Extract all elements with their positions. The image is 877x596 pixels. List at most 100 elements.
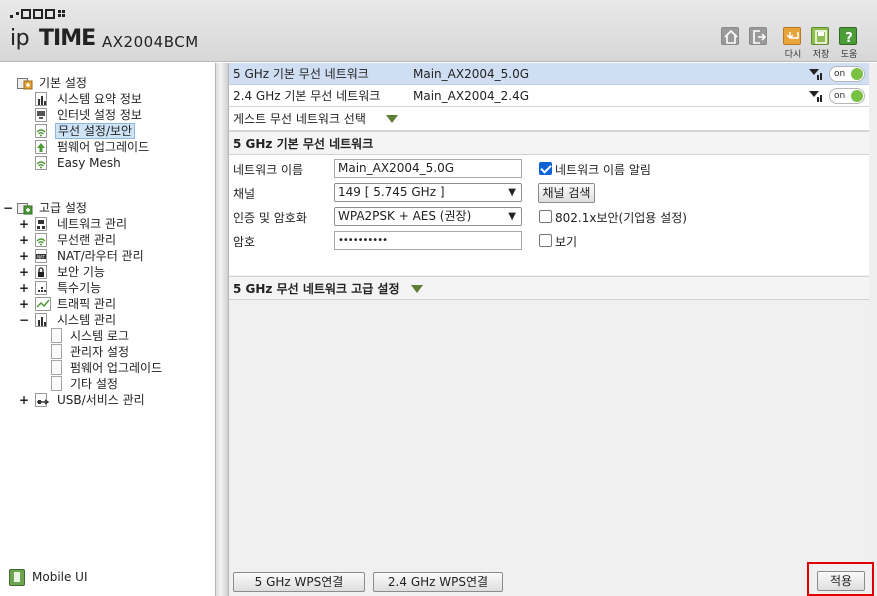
- network-name-input[interactable]: Main_AX2004_5.0G: [334, 159, 522, 178]
- tree-label: 무선랜 관리: [57, 233, 117, 247]
- network-row-2ghz[interactable]: 2.4 GHz 기본 무선 네트워크 Main_AX2004_2.4G on: [229, 85, 869, 107]
- network-toggle-2ghz[interactable]: on: [829, 88, 865, 104]
- logo-time-text: TIME: [39, 26, 96, 51]
- wifi-icon: [35, 233, 47, 247]
- save-icon: [815, 30, 827, 44]
- guest-network-label: 게스트 무선 네트워크 선택: [233, 112, 366, 126]
- toggle-knob: [851, 90, 863, 102]
- again-label: 다시: [784, 50, 802, 60]
- folder-settings-icon: [17, 78, 33, 90]
- help-button[interactable]: ?: [839, 27, 857, 46]
- channel-scan-button[interactable]: 채널 검색: [538, 183, 595, 203]
- network-ssid: Main_AX2004_5.0G: [413, 67, 529, 81]
- network-band-label: 2.4 GHz 기본 무선 네트워크: [233, 89, 381, 103]
- channel-label: 채널: [233, 187, 256, 201]
- password-label: 암호: [233, 235, 256, 249]
- tree-label: NAT/라우터 관리: [57, 249, 144, 263]
- enterprise-security-checkbox[interactable]: [539, 210, 552, 223]
- special-expand-toggle[interactable]: +: [19, 280, 29, 296]
- network-toggle-5ghz[interactable]: on: [829, 66, 865, 82]
- tree-label: 펌웨어 업그레이드: [70, 361, 163, 375]
- advanced-collapse-toggle[interactable]: −: [3, 200, 13, 216]
- mobile-ui-label: Mobile UI: [32, 570, 88, 584]
- tree-label: 시스템 요약 정보: [57, 92, 142, 106]
- home-button[interactable]: [721, 27, 739, 45]
- guest-network-select[interactable]: 게스트 무선 네트워크 선택: [229, 107, 869, 131]
- toggle-label: on: [834, 69, 846, 79]
- monitor-icon: [35, 108, 47, 122]
- tree-label: 시스템 관리: [57, 313, 117, 327]
- section-title: 5 GHz 기본 무선 네트워크: [233, 137, 374, 151]
- broadcast-ssid-label: 네트워크 이름 알림: [555, 163, 651, 177]
- tree-label: 기타 설정: [70, 377, 118, 391]
- sidebar-splitter[interactable]: [215, 63, 229, 596]
- nat-expand-toggle[interactable]: +: [19, 248, 29, 264]
- special-features-icon: [35, 281, 47, 295]
- tree-label: 관리자 설정: [70, 345, 130, 359]
- wireless-settings-content: 5 GHz 기본 무선 네트워크 Main_AX2004_5.0G on 2.4…: [229, 63, 874, 596]
- wps-5ghz-button[interactable]: 5 GHz WPS연결: [233, 572, 365, 592]
- logout-icon: [753, 30, 767, 44]
- save-label: 저장: [812, 50, 830, 60]
- top-header: ip TIME AX2004BCM 다시 저장 ? 도움: [0, 0, 877, 62]
- upgrade-icon: [35, 140, 47, 154]
- tree-label: 펌웨어 업그레이드: [57, 140, 150, 154]
- signal-strength-icon[interactable]: [808, 89, 822, 103]
- auth-select[interactable]: WPA2PSK + AES (권장) ▼: [334, 207, 522, 226]
- wps-2ghz-button[interactable]: 2.4 GHz WPS연결: [373, 572, 503, 592]
- svg-text:NAT: NAT: [37, 254, 45, 259]
- auth-label: 인증 및 암호화: [233, 211, 307, 225]
- tree-label: USB/서비스 관리: [57, 393, 145, 407]
- home-icon: [724, 29, 738, 44]
- section-title: 5 GHz 무선 네트워크 고급 설정: [233, 282, 400, 296]
- again-button[interactable]: [783, 27, 801, 45]
- tree-label: Easy Mesh: [57, 156, 121, 170]
- channel-select[interactable]: 149 [ 5.745 GHz ] ▼: [334, 183, 522, 202]
- basic-section-header: 5 GHz 기본 무선 네트워크: [229, 131, 869, 155]
- document-icon: [51, 376, 62, 391]
- save-button[interactable]: [811, 27, 829, 45]
- expand-triangle-icon: [411, 285, 423, 293]
- logo-dots-icon: [10, 9, 65, 19]
- usb-expand-toggle[interactable]: +: [19, 392, 29, 408]
- wireless-expand-toggle[interactable]: +: [19, 232, 29, 248]
- model-name: AX2004BCM: [102, 33, 199, 51]
- help-icon: ?: [845, 31, 853, 46]
- tree-label: 무선 설정/보안: [55, 123, 136, 139]
- toggle-label: on: [834, 91, 846, 101]
- chevron-down-icon: ▼: [508, 211, 516, 222]
- logout-button[interactable]: [749, 27, 767, 45]
- main-panel: 5 GHz 기본 무선 네트워크 Main_AX2004_5.0G on 2.4…: [229, 63, 877, 596]
- bar-chart-icon: [35, 92, 47, 106]
- tree-label: 인터넷 설정 정보: [57, 108, 142, 122]
- tree-label: 네트워크 관리: [57, 217, 128, 231]
- security-expand-toggle[interactable]: +: [19, 264, 29, 280]
- document-icon: [51, 344, 62, 359]
- advanced-section-header[interactable]: 5 GHz 무선 네트워크 고급 설정: [229, 276, 869, 300]
- svg-text:?: ?: [845, 31, 853, 46]
- traffic-expand-toggle[interactable]: +: [19, 296, 29, 312]
- signal-strength-icon[interactable]: [808, 67, 822, 81]
- show-password-checkbox[interactable]: [539, 234, 552, 247]
- chevron-down-icon: ▼: [508, 187, 516, 198]
- tree-label: 보안 기능: [57, 265, 105, 279]
- traffic-graph-icon: [35, 297, 51, 311]
- apply-button[interactable]: 적용: [817, 571, 865, 591]
- broadcast-ssid-checkbox[interactable]: [539, 162, 552, 175]
- undo-icon: [786, 32, 799, 39]
- document-icon: [51, 360, 62, 375]
- tree-label: 고급 설정: [39, 201, 87, 215]
- system-collapse-toggle[interactable]: −: [19, 312, 29, 328]
- lock-icon: [35, 265, 47, 279]
- channel-row: 채널 149 [ 5.745 GHz ] ▼ 채널 검색: [229, 181, 869, 204]
- network-name-label: 네트워크 이름: [233, 163, 304, 177]
- nat-icon: NAT: [35, 249, 47, 263]
- network-row-5ghz[interactable]: 5 GHz 기본 무선 네트워크 Main_AX2004_5.0G on: [229, 63, 869, 85]
- tree-label: 특수기능: [57, 281, 102, 295]
- wifi-icon: [35, 124, 47, 138]
- password-input[interactable]: ••••••••••: [334, 231, 522, 250]
- network-expand-toggle[interactable]: +: [19, 216, 29, 232]
- logo-ip-text: ip: [10, 26, 30, 51]
- folder-advanced-icon: [17, 203, 33, 215]
- document-icon: [51, 328, 62, 343]
